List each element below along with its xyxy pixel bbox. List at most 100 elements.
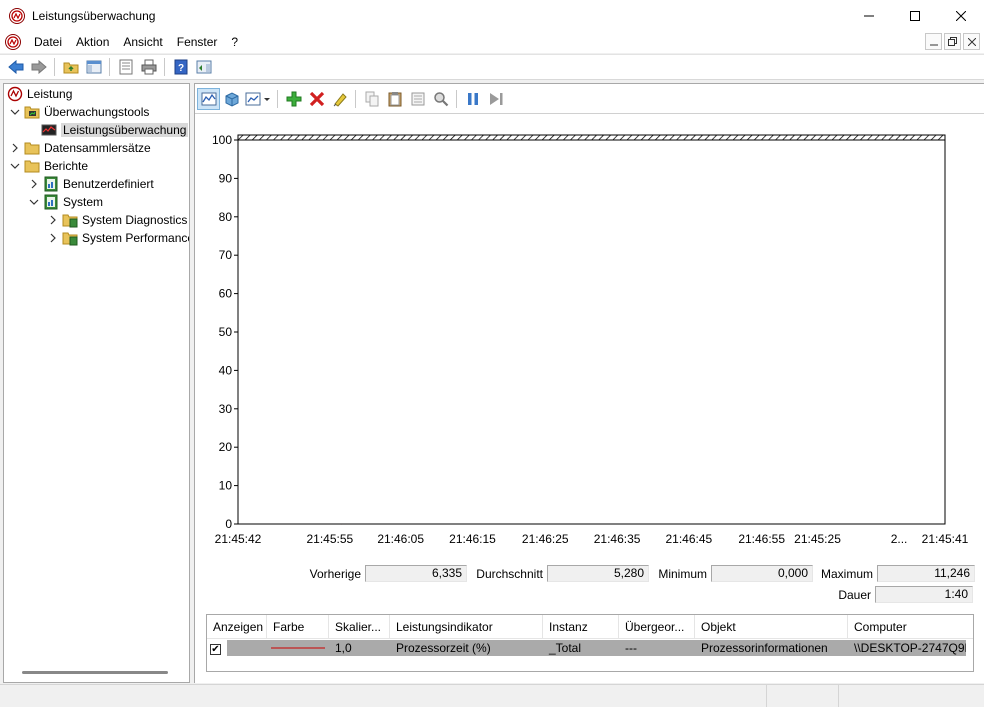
table-row[interactable]: ✔ 1,0 Prozessorzeit (%) _Total --- Proze… [207, 640, 973, 656]
cell-scale: 1,0 [329, 640, 390, 656]
x-tick-label: 21:46:15 [449, 532, 496, 546]
cell-object: Prozessorinformationen [695, 640, 848, 656]
x-tick-label: 21:46:35 [594, 532, 641, 546]
checkbox-checked[interactable]: ✔ [210, 644, 221, 655]
copy-properties-button[interactable] [360, 88, 383, 110]
step-forward-icon [489, 92, 502, 105]
monitor-chart-icon [41, 122, 57, 138]
close-icon [967, 37, 976, 46]
change-graph-type-button[interactable] [243, 88, 273, 110]
minimize-icon [864, 15, 874, 16]
chart-svg: 0 10 20 30 40 50 60 70 80 90 100 21:45:42 21:45:55 2… [212, 133, 969, 546]
action-pane-icon [196, 60, 211, 74]
tree-label: System [63, 195, 104, 209]
tree-item-leistungsueberwachung[interactable]: Leistungsüberwachung [26, 121, 189, 139]
menu-ansicht[interactable]: Ansicht [116, 31, 169, 53]
menu-datei[interactable]: Datei [27, 31, 69, 53]
tree-item-leistung[interactable]: Leistung [7, 85, 72, 103]
printer-icon [141, 59, 156, 75]
tree-item-berichte[interactable]: Berichte [9, 157, 88, 175]
chevron-right-icon[interactable] [28, 178, 40, 190]
show-hide-console-tree-button[interactable] [82, 56, 105, 78]
stat-value-minimum: 0,000 [711, 565, 813, 582]
folder-report-icon [62, 212, 78, 228]
tree-label: Leistung [27, 87, 73, 101]
show-checkbox[interactable]: ✔ [207, 640, 227, 656]
stat-label-dauer: Dauer [838, 587, 871, 602]
plot-area [237, 139, 946, 525]
mmc-toolbar: ? [0, 54, 984, 80]
column-header-computer[interactable]: Computer [848, 615, 973, 639]
report-icon [43, 176, 59, 192]
update-data-button[interactable] [484, 88, 507, 110]
minimize-button[interactable] [846, 0, 892, 31]
column-header-anzeigen[interactable]: Anzeigen [207, 615, 267, 639]
chevron-right-icon[interactable] [47, 214, 59, 226]
menu-bar: Datei Aktion Ansicht Fenster ? [0, 31, 984, 53]
view-log-data-button[interactable] [220, 88, 243, 110]
maximize-button[interactable] [892, 0, 938, 31]
tree-item-system-diagnostics[interactable]: System Diagnostics [47, 211, 187, 229]
up-folder-button[interactable] [59, 56, 82, 78]
back-button[interactable] [4, 56, 27, 78]
x-tick-label: 2... [891, 532, 908, 546]
tree-item-system[interactable]: System [28, 193, 103, 211]
mdi-restore-button[interactable] [944, 33, 961, 50]
export-list-button[interactable] [114, 56, 137, 78]
menu-fenster[interactable]: Fenster [170, 31, 225, 53]
column-header-uebergeordnet[interactable]: Übergeor... [619, 615, 695, 639]
x-tick-label: 21:45:42 [215, 532, 262, 546]
delete-counter-button[interactable] [305, 88, 328, 110]
cell-counter: Prozessorzeit (%) [390, 640, 543, 656]
chevron-right-icon[interactable] [47, 232, 59, 244]
paste-clipboard-icon [388, 91, 401, 106]
zoom-button[interactable] [429, 88, 452, 110]
column-header-instanz[interactable]: Instanz [543, 615, 619, 639]
toolbar-separator [54, 58, 55, 76]
menu-aktion[interactable]: Aktion [69, 31, 116, 53]
forward-arrow-icon [31, 60, 47, 74]
add-counter-button[interactable] [282, 88, 305, 110]
chevron-down-icon[interactable] [9, 160, 21, 172]
highlighter-pen-icon [333, 92, 347, 107]
line-chart-icon [201, 92, 216, 105]
chevron-down-icon[interactable] [9, 106, 21, 118]
forward-button[interactable] [27, 56, 50, 78]
mdi-close-button[interactable] [963, 33, 980, 50]
tree-item-ueberwachungstools[interactable]: Überwachungstools [9, 103, 149, 121]
close-button[interactable] [938, 0, 984, 31]
freeze-display-button[interactable] [461, 88, 484, 110]
highlight-button[interactable] [328, 88, 351, 110]
y-tick-label: 20 [219, 440, 233, 454]
x-tick-label: 21:46:05 [377, 532, 424, 546]
chevron-right-icon[interactable] [9, 142, 21, 154]
system-menu-icon[interactable] [5, 33, 21, 50]
chevron-down-icon[interactable] [28, 196, 40, 208]
show-hide-action-pane-button[interactable] [192, 56, 215, 78]
stat-label-vorherige: Vorherige [309, 566, 361, 581]
column-header-farbe[interactable]: Farbe [267, 615, 329, 639]
menu-help[interactable]: ? [224, 31, 245, 53]
stat-value-vorherige: 6,335 [365, 565, 467, 582]
tree-item-datensammlersaetze[interactable]: Datensammlersätze [9, 139, 151, 157]
folder-up-icon [63, 62, 78, 74]
tree-item-benutzerdefiniert[interactable]: Benutzerdefiniert [28, 175, 154, 193]
horizontal-scrollbar[interactable] [22, 671, 168, 674]
status-bar [0, 684, 984, 707]
column-header-objekt[interactable]: Objekt [695, 615, 848, 639]
tree-item-system-performance[interactable]: System Performance [47, 229, 189, 247]
toolbar-separator [164, 58, 165, 76]
column-header-leistungsindikator[interactable]: Leistungsindikator [390, 615, 543, 639]
perfmon-app-icon [9, 7, 25, 24]
column-header-skalierung[interactable]: Skalier... [329, 615, 390, 639]
y-tick-label: 10 [219, 479, 233, 493]
tree-label: Berichte [44, 159, 89, 173]
y-tick-label: 100 [212, 133, 232, 147]
print-button[interactable] [137, 56, 160, 78]
properties-button[interactable] [406, 88, 429, 110]
mdi-minimize-button[interactable] [925, 33, 942, 50]
paste-counter-list-button[interactable] [383, 88, 406, 110]
help-button[interactable]: ? [169, 56, 192, 78]
view-current-activity-button[interactable] [197, 87, 220, 110]
maximize-icon [910, 10, 920, 21]
